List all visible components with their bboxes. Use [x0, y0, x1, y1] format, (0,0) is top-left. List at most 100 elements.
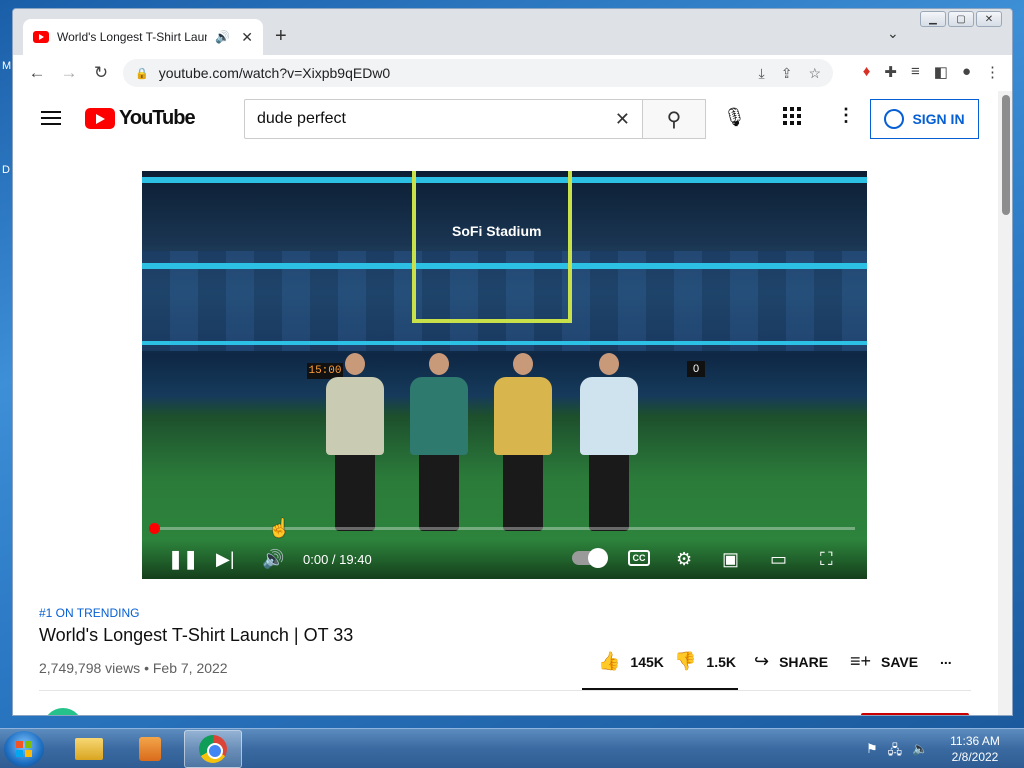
- clear-search-icon[interactable]: ✕: [615, 109, 630, 130]
- like-count: 145K: [630, 653, 664, 670]
- tab-strip: World's Longest T-Shirt Laun 🔊 ✕ + ⌄ ▁ ▢…: [13, 9, 1012, 55]
- folder-icon: [75, 738, 103, 760]
- url-text: youtube.com/watch?v=Xixpb9qEDw0: [158, 65, 391, 81]
- stadium-label: SoFi Stadium: [452, 223, 542, 239]
- save-button[interactable]: ≡+ SAVE: [850, 651, 918, 672]
- lock-icon: 🔒: [135, 67, 149, 80]
- search-button[interactable]: ⚲: [642, 99, 706, 139]
- hamburger-menu-icon[interactable]: [41, 111, 61, 125]
- more-actions-button[interactable]: ...: [940, 651, 952, 667]
- youtube-play-icon: [85, 108, 115, 129]
- like-button[interactable]: 👍 145K: [598, 651, 664, 672]
- taskbar-chrome[interactable]: [184, 730, 242, 768]
- taskbar-media-player[interactable]: [121, 730, 179, 768]
- player-controls: ❚❚ ▶| 🔊 0:00 / 19:40 CC ⚙ ▣ ▭ ⛶: [142, 539, 867, 579]
- thumbs-down-icon: 👎: [674, 651, 697, 671]
- dislike-count: 1.5K: [706, 653, 736, 670]
- reload-button[interactable]: ↻: [85, 63, 117, 83]
- video-player[interactable]: SoFi Stadium 15:00 0 ❚❚ ▶| 🔊 0:00 / 19:4…: [142, 171, 867, 579]
- time-display: 0:00 / 19:40: [303, 552, 372, 567]
- tab-search-icon[interactable]: ⌄: [887, 25, 899, 42]
- install-icon[interactable]: ⤓: [759, 65, 765, 82]
- close-window-button[interactable]: ✕: [976, 11, 1002, 27]
- puzzle-icon[interactable]: ✚: [884, 63, 897, 81]
- search-input[interactable]: dude perfect ✕: [244, 99, 643, 139]
- share-arrow-icon: ↪: [754, 651, 770, 671]
- profile-icon[interactable]: ●: [962, 63, 971, 81]
- chrome-icon: [199, 735, 227, 763]
- address-bar[interactable]: 🔒 youtube.com/watch?v=Xixpb9qEDw0 ⤓ ⇪ ☆: [123, 59, 833, 87]
- youtube-logo-text: YouTube: [119, 107, 196, 129]
- scoreboard-score: 0: [687, 361, 705, 377]
- channel-avatar[interactable]: [43, 708, 83, 715]
- apps-grid-icon[interactable]: [783, 107, 801, 125]
- volume-icon[interactable]: 🔊: [262, 549, 284, 570]
- sign-in-button[interactable]: SIGN IN: [870, 99, 979, 139]
- extension-icon[interactable]: ♦: [863, 63, 871, 81]
- network-icon[interactable]: 🖧: [888, 741, 903, 763]
- share-label: SHARE: [779, 653, 829, 670]
- progress-bar[interactable]: [154, 527, 855, 530]
- subscribe-button[interactable]: [861, 713, 969, 715]
- bookmark-star-icon[interactable]: ☆: [808, 65, 821, 82]
- microphone-icon[interactable]: 🎙: [723, 107, 746, 128]
- browser-toolbar: ← → ↻ 🔒 youtube.com/watch?v=Xixpb9qEDw0 …: [13, 55, 1012, 91]
- taskbar-explorer[interactable]: [60, 730, 118, 768]
- settings-gear-icon[interactable]: ⚙: [676, 549, 692, 570]
- desktop-icon-label: D: [2, 164, 10, 176]
- account-icon: [884, 109, 905, 129]
- back-button[interactable]: ←: [21, 63, 53, 83]
- clock-time: 11:36 AM: [950, 734, 1000, 748]
- omnibox-icons: ⤓ ⇪ ☆: [759, 65, 822, 82]
- maximize-button[interactable]: ▢: [948, 11, 974, 27]
- person: [326, 353, 384, 531]
- divider: [39, 690, 971, 691]
- forward-button[interactable]: →: [53, 63, 85, 83]
- windows-logo-icon: [16, 741, 32, 757]
- scrubber-handle[interactable]: [149, 523, 160, 534]
- captions-icon[interactable]: CC: [628, 550, 650, 566]
- theater-mode-icon[interactable]: ▭: [770, 549, 787, 570]
- clock-date: 2/8/2022: [951, 750, 999, 764]
- dislike-button[interactable]: 👎 1.5K: [674, 651, 736, 672]
- desktop-icon-label: M: [2, 60, 12, 72]
- scrollbar-thumb[interactable]: [1002, 95, 1010, 215]
- person: [494, 353, 552, 531]
- person: [580, 353, 638, 531]
- page-scrollbar[interactable]: [998, 91, 1012, 715]
- browser-window: World's Longest T-Shirt Laun 🔊 ✕ + ⌄ ▁ ▢…: [12, 8, 1013, 716]
- sign-in-label: SIGN IN: [912, 111, 965, 127]
- system-tray: ⚑ 🖧 🔈: [866, 741, 928, 763]
- thumbs-up-icon: 👍: [598, 651, 621, 671]
- speaker-icon[interactable]: 🔊: [215, 30, 230, 44]
- browser-tab[interactable]: World's Longest T-Shirt Laun 🔊 ✕: [23, 19, 263, 55]
- person: [410, 353, 468, 531]
- miniplayer-icon[interactable]: ▣: [722, 549, 739, 570]
- more-options-icon[interactable]: ⋮: [837, 105, 855, 126]
- pause-icon[interactable]: ❚❚: [168, 549, 198, 570]
- start-button[interactable]: [4, 731, 44, 767]
- share-icon[interactable]: ⇪: [781, 65, 793, 82]
- taskbar: ⚑ 🖧 🔈 11:36 AM 2/8/2022: [0, 728, 1024, 768]
- close-tab-icon[interactable]: ✕: [241, 29, 253, 46]
- window-controls: ▁ ▢ ✕: [920, 11, 1002, 27]
- youtube-logo[interactable]: YouTube: [85, 107, 196, 130]
- share-button[interactable]: ↪ SHARE: [754, 651, 828, 672]
- volume-tray-icon[interactable]: 🔈: [912, 741, 928, 763]
- menu-icon[interactable]: ⋮: [985, 63, 1000, 81]
- side-panel-icon[interactable]: ◧: [934, 63, 948, 81]
- youtube-header: YouTube dude perfect ✕ ⚲ 🎙 ⋮ SIGN IN: [13, 91, 998, 147]
- trending-badge[interactable]: #1 ON TRENDING: [39, 606, 139, 620]
- autoplay-toggle[interactable]: [572, 548, 608, 568]
- video-title: World's Longest T-Shirt Launch | OT 33: [39, 625, 354, 645]
- media-control-icon[interactable]: ≡: [911, 63, 920, 81]
- new-tab-button[interactable]: +: [275, 25, 287, 48]
- next-icon[interactable]: ▶|: [216, 549, 235, 570]
- action-center-icon[interactable]: ⚑: [866, 741, 878, 763]
- search-value: dude perfect: [257, 110, 346, 127]
- stadium-ribbon: [142, 341, 867, 345]
- fullscreen-icon[interactable]: ⛶: [820, 549, 833, 570]
- youtube-page: YouTube dude perfect ✕ ⚲ 🎙 ⋮ SIGN IN SoF…: [13, 91, 998, 715]
- taskbar-clock[interactable]: 11:36 AM 2/8/2022: [940, 733, 1010, 765]
- minimize-button[interactable]: ▁: [920, 11, 946, 27]
